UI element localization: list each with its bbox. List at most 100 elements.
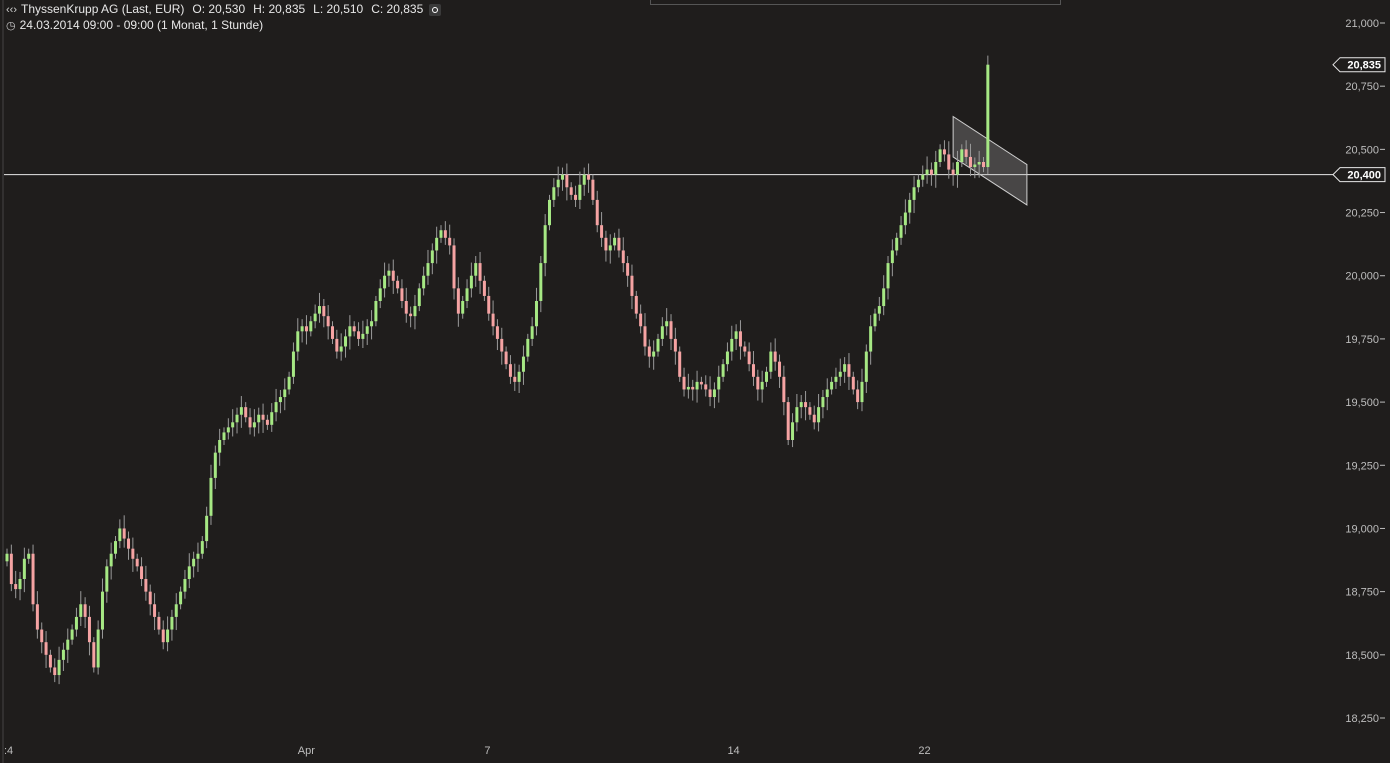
candle-body xyxy=(222,432,226,440)
candle-body xyxy=(756,376,760,390)
candle-body xyxy=(270,412,274,425)
candle-body xyxy=(57,659,61,676)
candle-body xyxy=(153,604,157,617)
candle-body xyxy=(782,376,786,403)
candle-body xyxy=(899,225,903,238)
y-tick-label: 20,250 xyxy=(1345,208,1379,220)
candle-body xyxy=(686,386,690,390)
candle-body xyxy=(44,642,48,655)
candle-body xyxy=(968,156,972,168)
candlestick-chart[interactable]: 18,250 18,500 18,750 19,000 19,250 19,500 19,7… xyxy=(0,0,1390,763)
y-tick-label: 19,000 xyxy=(1345,523,1379,535)
candle-body xyxy=(634,295,638,314)
candle-body xyxy=(344,336,348,347)
candle-body xyxy=(309,321,313,332)
candle-body xyxy=(456,288,460,314)
candle-body xyxy=(448,237,452,246)
candle-body xyxy=(804,402,808,408)
candle-body xyxy=(617,237,621,251)
candle-body xyxy=(66,639,70,650)
candle-body xyxy=(890,250,894,264)
candle-body xyxy=(352,326,356,332)
y-tick-label: 20,500 xyxy=(1345,144,1379,156)
candle-body xyxy=(140,566,144,579)
candle-body xyxy=(613,237,617,246)
candle-body xyxy=(665,321,669,327)
candle-body xyxy=(769,351,773,372)
candle-body xyxy=(387,270,391,276)
candle-body xyxy=(396,280,400,289)
candle-body xyxy=(252,422,256,428)
candle-body xyxy=(9,553,13,585)
candle-body xyxy=(469,275,473,289)
candle-body xyxy=(391,270,395,281)
candle-body xyxy=(14,584,18,590)
candle-body xyxy=(92,642,96,668)
candle-body xyxy=(283,389,287,398)
candle-body xyxy=(196,553,200,559)
candle-body xyxy=(691,386,695,390)
candle-body xyxy=(986,64,990,168)
candle-body xyxy=(331,326,334,339)
candle-body xyxy=(179,591,183,605)
candle-body xyxy=(860,381,864,403)
candle-body xyxy=(187,566,191,579)
x-tick-label: :4 xyxy=(4,745,13,757)
candle-body xyxy=(982,162,985,168)
candle-body xyxy=(712,389,716,398)
candle-body xyxy=(135,558,139,567)
y-tick-label: 19,500 xyxy=(1345,397,1379,409)
candle-body xyxy=(339,346,343,352)
candle-body xyxy=(591,179,595,200)
candle-body xyxy=(144,579,148,592)
candle-body xyxy=(87,616,91,643)
candle-body xyxy=(248,417,252,428)
candle-body xyxy=(378,288,382,301)
candle-body xyxy=(166,629,170,643)
candle-body xyxy=(374,301,378,322)
candle-body xyxy=(721,364,725,377)
candle-body xyxy=(942,149,946,155)
candle-body xyxy=(660,326,664,339)
candle-body xyxy=(578,184,582,200)
candle-body xyxy=(83,604,87,617)
candle-body xyxy=(508,364,512,377)
horizontal-line-tag: 20,400 xyxy=(1332,167,1386,183)
candle-body xyxy=(669,321,673,339)
candle-body xyxy=(474,263,478,276)
candle-body xyxy=(27,553,31,559)
x-tick-label: 7 xyxy=(484,745,490,757)
candle-body xyxy=(743,346,747,352)
candle-body xyxy=(218,440,222,453)
candle-body xyxy=(465,288,469,301)
candle-body xyxy=(274,402,278,413)
x-tick-label: 14 xyxy=(727,745,739,757)
candle-body xyxy=(40,629,44,643)
candle-body xyxy=(604,237,608,251)
candle-body xyxy=(495,326,499,339)
candle-body xyxy=(882,288,886,307)
candle-body xyxy=(817,407,821,423)
candle-body xyxy=(864,351,868,382)
candle-body xyxy=(183,579,187,592)
candle-body xyxy=(626,263,630,276)
candle-body xyxy=(452,245,456,289)
y-tick-label: 21,000 xyxy=(1345,18,1379,30)
y-tick-label: 19,750 xyxy=(1345,334,1379,346)
candle-body xyxy=(100,591,104,630)
candle-body xyxy=(934,162,938,175)
candle-body xyxy=(209,477,213,516)
candle-body xyxy=(53,667,57,676)
candle-body xyxy=(335,338,339,352)
candle-body xyxy=(404,301,408,314)
candle-body xyxy=(682,376,686,390)
candle-body xyxy=(413,306,417,317)
candle-body xyxy=(174,604,178,617)
candle-body xyxy=(235,414,239,423)
candle-body xyxy=(500,338,504,352)
candle-body xyxy=(838,371,842,377)
candle-body xyxy=(257,414,261,423)
candle-body xyxy=(630,275,634,296)
candle-body xyxy=(738,331,742,347)
candle-body xyxy=(808,407,812,415)
